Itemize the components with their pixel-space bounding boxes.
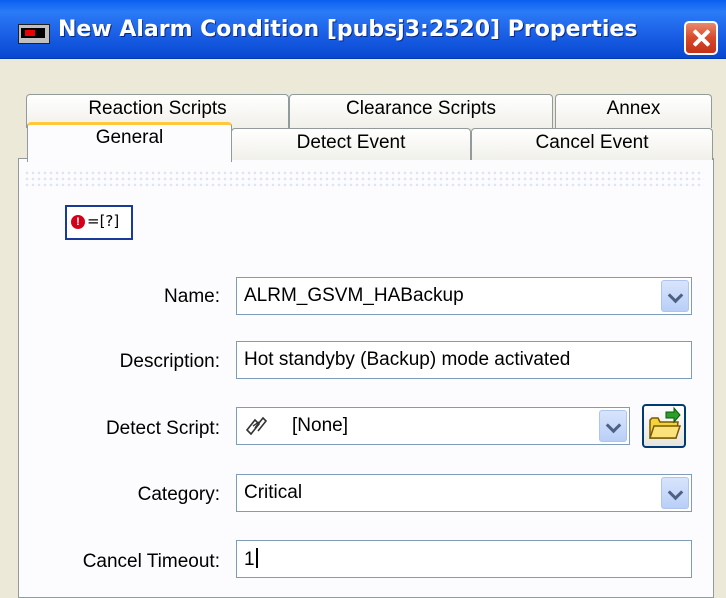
detect-script-value: [None] [292, 415, 348, 436]
tab-clearance-scripts[interactable]: Clearance Scripts [289, 94, 553, 128]
alarm-condition-icon: ! =[?] [65, 205, 133, 240]
name-combobox[interactable]: ALRM_GSVM_HABackup [236, 277, 692, 315]
detect-script-combobox[interactable]: [None] [236, 407, 630, 445]
text-caret [255, 548, 258, 568]
tab-label: Cancel Event [535, 132, 649, 153]
tab-label: Reaction Scripts [88, 98, 227, 119]
open-folder-icon [648, 406, 682, 439]
tab-annex[interactable]: Annex [555, 94, 712, 128]
category-label: Category: [137, 484, 220, 505]
description-value: Hot standyby (Backup) mode activated [244, 349, 571, 370]
cancel-timeout-text: 1 [244, 548, 258, 571]
tab-label: Clearance Scripts [346, 98, 496, 119]
name-dropdown-button[interactable] [661, 280, 689, 312]
script-link-icon [245, 416, 267, 436]
description-label: Description: [119, 351, 220, 372]
exclamation-icon: ! [71, 215, 85, 229]
cancel-timeout-input[interactable]: 1 [236, 540, 692, 578]
close-button[interactable] [684, 21, 718, 55]
window-title: New Alarm Condition [pubsj3:2520] Proper… [58, 17, 638, 42]
name-label: Name: [164, 286, 220, 307]
tab-general[interactable]: General [27, 122, 232, 162]
category-value: Critical [244, 482, 303, 503]
description-input[interactable]: Hot standyby (Backup) mode activated [236, 341, 692, 379]
category-dropdown-button[interactable] [661, 477, 689, 509]
alarm-window-icon [18, 24, 50, 44]
cancel-timeout-label: Cancel Timeout: [82, 551, 220, 572]
name-value: ALRM_GSVM_HABackup [244, 285, 464, 306]
tab-detect-event[interactable]: Detect Event [231, 128, 471, 160]
detect-script-dropdown-button[interactable] [599, 410, 627, 442]
dotted-header-strip [24, 170, 704, 186]
tab-label: Annex [606, 98, 661, 119]
tab-label: General [95, 127, 164, 148]
tab-cancel-event[interactable]: Cancel Event [471, 128, 713, 160]
condition-icon-text: =[?] [87, 212, 120, 230]
tab-label: Detect Event [296, 132, 406, 153]
title-bar: New Alarm Condition [pubsj3:2520] Proper… [0, 0, 726, 59]
browse-script-button[interactable] [642, 404, 686, 448]
category-combobox[interactable]: Critical [236, 474, 692, 512]
detect-script-label: Detect Script: [105, 418, 220, 439]
cancel-timeout-value: 1 [244, 549, 255, 570]
